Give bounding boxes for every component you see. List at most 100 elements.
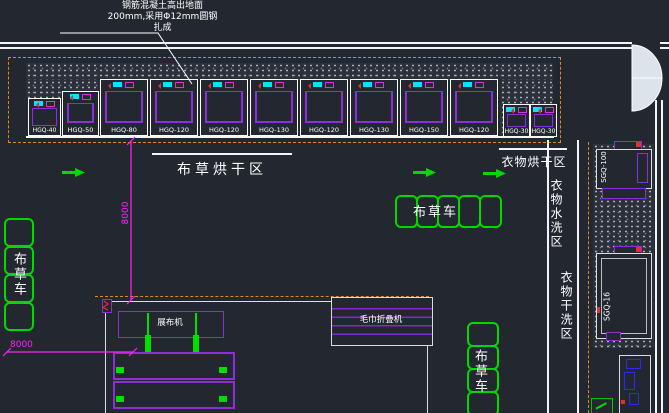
arrow-mark-icon (305, 83, 311, 89)
cart-label-middle: 布草车 (413, 201, 458, 220)
machine-model-label: HGQ-120 (451, 126, 497, 134)
arrow-mark-icon (105, 83, 111, 89)
dryer-machine[interactable]: HGQ-120 (150, 79, 198, 136)
washer-1-model-label: SGQ-100 (600, 145, 608, 189)
machine-model-label: HGQ-30 (531, 128, 556, 136)
wall-line (660, 47, 669, 49)
linen-cart[interactable] (458, 195, 481, 228)
drum-outline (205, 91, 243, 123)
dryer-machine[interactable]: HGQ-130 (250, 79, 298, 136)
spreader-label: 展布机 (118, 311, 222, 336)
washer-1-base (602, 188, 646, 199)
washer-1-door (637, 153, 648, 183)
arrow-mark-icon (67, 95, 73, 101)
dryer-machine[interactable]: HGQ-120 (450, 79, 498, 136)
linen-cart[interactable] (4, 302, 34, 331)
washer-2-model-label: SGQ-16 (603, 285, 612, 329)
vent-icon (113, 82, 122, 87)
machine-model-label: HGQ-150 (401, 126, 447, 134)
machine-model-label: HGQ-120 (301, 126, 347, 134)
ironer-end-mark (116, 396, 124, 402)
washer-1-alert-mark (636, 142, 641, 147)
drum-outline (305, 91, 343, 123)
dryer-machine[interactable]: HGQ-30 (503, 104, 530, 137)
machine-model-label: HGQ-30 (504, 128, 529, 136)
wall-line (661, 100, 663, 413)
platform-edge-line (26, 136, 554, 138)
wall-line (577, 140, 579, 413)
damper-icon (518, 107, 527, 113)
machine-model-label: HGQ-80 (101, 126, 147, 134)
base-stripes (606, 193, 642, 194)
dimension-bottom-width: 8000 (10, 340, 33, 350)
damper-icon (545, 107, 554, 113)
drum-outline (67, 103, 94, 123)
door-leaf-icon (632, 78, 662, 111)
machine-model-label: HGQ-130 (351, 126, 397, 134)
spreader-feed-tip (193, 335, 199, 352)
ironer-machine[interactable] (113, 381, 235, 409)
dryer-machine[interactable]: HGQ-40 (28, 98, 61, 136)
power-symbol-box (102, 299, 112, 313)
annotation-line-1: 钢筋混凝土高出地面 (75, 1, 250, 12)
arrow-mark-icon (205, 83, 211, 89)
wall-line (655, 100, 657, 413)
floor-drain-symbol (591, 398, 613, 413)
machine-model-label: HGQ-50 (63, 126, 98, 134)
drum-outline (534, 114, 553, 127)
dryer-machine[interactable]: HGQ-120 (300, 79, 348, 136)
drum-outline (105, 91, 143, 123)
wash-column-dashed-border (588, 142, 589, 413)
arrow-mark-icon (405, 83, 411, 89)
drum-outline (255, 91, 293, 123)
zone-label-linen-drying: 布草烘干区 (152, 159, 292, 179)
damper-icon (225, 82, 234, 88)
damper-icon (325, 82, 334, 88)
drain-arrow (595, 402, 606, 409)
linen-cart[interactable] (479, 195, 502, 228)
ironer-end-mark (219, 367, 227, 373)
spreader-feed-tip (145, 335, 151, 352)
cad-viewport: 钢筋混凝土高出地面 200mm,采用Φ12mm圆钢 扎成 布草烘干区 衣物烘干区… (0, 0, 669, 413)
machine-model-label: HGQ-120 (201, 126, 247, 134)
ironer-end-mark (116, 367, 124, 373)
linen-cart[interactable] (4, 218, 34, 247)
sink-basin (624, 372, 635, 390)
sink-unit[interactable] (619, 355, 651, 413)
damper-icon (275, 82, 284, 88)
zone-label-clothes-drying: 衣物烘干区 (497, 153, 571, 170)
machine-model-label: HGQ-40 (29, 127, 60, 135)
dryer-machine[interactable]: HGQ-50 (62, 91, 99, 136)
vent-icon (213, 82, 222, 87)
arrow-mark-icon (455, 83, 461, 89)
rebar-annotation: 钢筋混凝土高出地面 200mm,采用Φ12mm圆钢 扎成 (75, 1, 250, 34)
damper-icon (375, 82, 384, 88)
dryer-machine[interactable]: HGQ-130 (350, 79, 398, 136)
drum-outline (32, 108, 57, 126)
dryer-machine[interactable]: HGQ-80 (100, 79, 148, 136)
door-leaf-icon (632, 45, 662, 78)
flow-arrow-icon (413, 168, 436, 177)
wall-line (660, 42, 669, 44)
sink-basin (629, 393, 639, 405)
damper-icon (82, 94, 91, 100)
dryer-machine[interactable]: HGQ-120 (200, 79, 248, 136)
vent-icon (363, 82, 372, 87)
drum-outline (455, 91, 493, 123)
dryer-machine[interactable]: HGQ-150 (400, 79, 448, 136)
arrow-mark-icon (355, 83, 361, 89)
linen-cart[interactable] (467, 322, 499, 347)
vent-icon (413, 82, 422, 87)
damper-icon (475, 82, 484, 88)
machine-model-label: HGQ-120 (151, 126, 197, 134)
annotation-line-3: 扎成 (75, 23, 250, 34)
dryer-machine[interactable]: HGQ-30 (530, 104, 557, 137)
annotation-line-2: 200mm,采用Φ12mm圆钢 (75, 12, 250, 23)
ironer-end-mark (219, 396, 227, 402)
washer-2-mark (597, 307, 600, 313)
machine-model-label: HGQ-130 (251, 126, 297, 134)
vent-icon (313, 82, 322, 87)
vent-icon (263, 82, 272, 87)
washer-2-alert-mark (636, 247, 641, 252)
ironer-machine[interactable] (113, 352, 235, 380)
